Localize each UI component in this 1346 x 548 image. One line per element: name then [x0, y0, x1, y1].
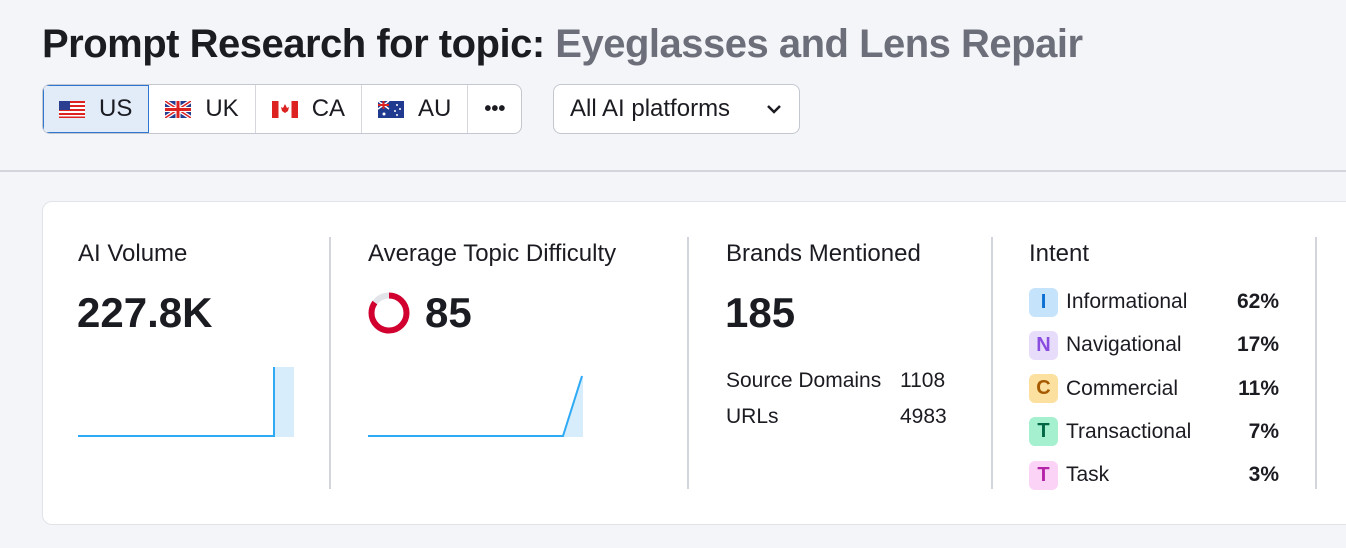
country-uk-button[interactable]: UK [149, 85, 256, 133]
intent-percent: 62% [1236, 290, 1279, 313]
country-selector: US UK CA AU ••• [42, 84, 523, 134]
intent-row-commercial: C Commercial 11% [1029, 374, 1279, 404]
source-domains-label: Source Domains [726, 369, 882, 392]
divider [687, 237, 689, 489]
intent-percent: 17% [1236, 333, 1279, 357]
chevron-down-icon [767, 105, 781, 114]
divider [0, 170, 1346, 172]
difficulty-donut-icon [368, 292, 410, 334]
country-ca-button[interactable]: CA [256, 85, 363, 133]
intent-badge-icon: C [1029, 374, 1058, 404]
difficulty-label: Average Topic Difficulty [368, 240, 617, 267]
difficulty-sparkline [368, 375, 583, 437]
intent-percent: 3% [1248, 463, 1279, 487]
ai-platform-dropdown[interactable]: All AI platforms [553, 84, 800, 134]
sparkline-area [274, 367, 294, 437]
ca-flag-icon [271, 100, 298, 118]
intent-badge-icon: I [1029, 287, 1058, 317]
sparkline-line [78, 367, 275, 437]
divider [329, 237, 331, 489]
intent-name: Informational [1066, 290, 1188, 313]
brands-value: 185 [725, 289, 796, 336]
intent-row-transactional: T Transactional 7% [1029, 417, 1279, 447]
intent-row-task: T Task 3% [1029, 460, 1279, 490]
intent-label: Intent [1029, 240, 1090, 267]
sparkline-line [368, 375, 583, 437]
urls-label: URLs [726, 405, 779, 428]
intent-percent: 11% [1238, 376, 1279, 400]
page-title: Prompt Research for topic: Eyeglasses an… [42, 22, 1083, 66]
more-icon: ••• [484, 97, 506, 120]
topic-name: Eyeglasses and Lens Repair [555, 22, 1083, 66]
intent-row-navigational: N Navigational 17% [1029, 330, 1279, 360]
more-countries-button[interactable]: ••• [468, 85, 521, 133]
uk-flag-icon [165, 100, 192, 118]
intent-percent: 7% [1248, 419, 1279, 443]
us-flag-icon [59, 100, 85, 118]
intent-row-informational: I Informational 62% [1029, 287, 1279, 317]
country-au-button[interactable]: AU [362, 85, 469, 133]
intent-name: Navigational [1066, 333, 1182, 357]
ai-volume-label: AI Volume [78, 240, 188, 267]
difficulty-value: 85 [425, 289, 472, 336]
divider [991, 237, 993, 489]
brands-label: Brands Mentioned [726, 240, 921, 267]
ai-volume-sparkline [78, 367, 294, 437]
ai-volume-value: 227.8K [77, 289, 213, 336]
divider [1315, 237, 1317, 489]
au-flag-icon [378, 100, 405, 118]
intent-name: Commercial [1066, 376, 1179, 400]
intent-badge-icon: N [1029, 330, 1058, 360]
intent-name: Transactional [1066, 419, 1192, 443]
urls-value: 4983 [900, 405, 947, 428]
intent-badge-icon: T [1029, 417, 1058, 447]
intent-badge-icon: T [1029, 460, 1058, 490]
intent-name: Task [1066, 463, 1110, 487]
source-domains-value: 1108 [900, 369, 946, 392]
country-us-button[interactable]: US [43, 85, 150, 133]
